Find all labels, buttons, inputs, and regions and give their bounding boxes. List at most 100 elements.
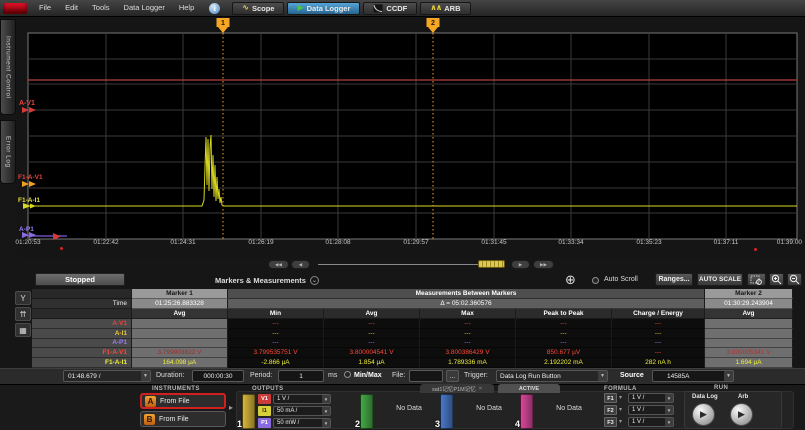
scroll-fwd-button[interactable]: ▶ [511, 260, 530, 269]
table-cell: --- [324, 339, 420, 349]
measurements-table: Marker 1 Measurements Between Markers Ma… [32, 289, 793, 368]
table-cell: --- [324, 329, 420, 339]
period-field[interactable]: 1 [278, 370, 324, 382]
x-axis-tick-label: 01:37:11 [714, 239, 739, 246]
marker-tool-icon[interactable]: Y [15, 291, 31, 305]
tab-arb[interactable]: ∧∧ ARB [420, 2, 470, 15]
minmax-checkbox[interactable] [344, 371, 351, 378]
formula-badge-F2: F2 [604, 405, 617, 415]
menu-edit[interactable]: Edit [58, 0, 85, 16]
output-4-no-data: No Data [538, 405, 600, 412]
table-row: F1-A-I1164.098 µA-2.866 µA1.854 µA1.7893… [32, 358, 793, 368]
auto-scroll-toggle[interactable] [592, 277, 599, 284]
menu-data-logger[interactable]: Data Logger [117, 0, 172, 16]
formula-scale-dropdown-F2[interactable]: 1 V /▼ [628, 405, 674, 415]
x-axis-tick-label: 01:28:08 [325, 239, 350, 246]
file-label: File: [392, 372, 405, 379]
grid-view-icon[interactable]: ▦ [15, 323, 31, 337]
table-cell [132, 329, 228, 339]
trigger-dropdown[interactable]: Data Log Run Button ▼ [496, 370, 608, 382]
table-cell: --- [228, 339, 324, 349]
chevron-down-icon: ▼ [141, 371, 150, 381]
scroll-rewind-button[interactable]: ◀◀ [268, 260, 289, 269]
table-cell: A-V1 [32, 319, 132, 329]
zoom-in-button[interactable] [769, 273, 784, 286]
table-cell: --- [612, 339, 705, 349]
output-2-no-data: No Data [378, 405, 440, 412]
zoom-region-button[interactable] [747, 273, 766, 286]
formula-scale-dropdown-F3[interactable]: 1 V /▼ [628, 417, 674, 427]
x-axis-tick-label: 01:35:23 [636, 239, 661, 246]
table-cell: --- [420, 329, 516, 339]
chevron-down-icon: ▼ [724, 371, 733, 381]
channel-scale-dropdown-V1[interactable]: 1 V /▼ [273, 394, 331, 404]
sidebar-tab-error-log[interactable]: Error Log [0, 120, 16, 184]
col-header-charge: Charge / Energy [612, 309, 705, 319]
col-header-p2p: Peak to Peak [516, 309, 612, 319]
expand-chevron-icon[interactable]: ▸ [229, 403, 233, 412]
arb-run-label: Arb [738, 394, 748, 400]
table-row: A-P1--------------- [32, 339, 793, 349]
col-header-max: Max [420, 309, 516, 319]
menu-tools[interactable]: Tools [85, 0, 117, 16]
sine-wave-icon: ∿ [242, 4, 249, 12]
menu-file[interactable]: File [32, 0, 58, 16]
tab-scope[interactable]: ∿ Scope [232, 2, 284, 15]
run-state-button[interactable]: Stopped [35, 273, 125, 286]
formula-chevron-icon[interactable]: ▾ [619, 418, 622, 425]
x-axis-tick-label: 01:39:00 [777, 239, 802, 246]
active-session-tab[interactable]: ACTIVE [498, 384, 560, 393]
data-log-play-button[interactable]: ▶ [692, 403, 715, 426]
table-cell [705, 329, 793, 339]
table-cell: 282 nA h [612, 358, 705, 368]
file-field[interactable] [409, 370, 443, 382]
file-session-tab[interactable]: sat1记忆P1M记忆 × [420, 384, 494, 393]
duration-field[interactable]: 000:00:30 [192, 370, 244, 382]
formula-scale-dropdown-F1[interactable]: 1 V /▼ [628, 393, 674, 403]
markers-pair-icon[interactable]: ⇈ [15, 307, 31, 321]
close-icon[interactable]: × [479, 386, 482, 392]
col-header-min: Min [228, 309, 324, 319]
scroll-thumb[interactable] [478, 260, 505, 268]
tab-ccdf[interactable]: CCDF [363, 2, 417, 15]
scroll-ffwd-button[interactable]: ▶▶ [533, 260, 554, 269]
table-cell: --- [228, 329, 324, 339]
table-cell [132, 339, 228, 349]
source-b-button[interactable]: B From File [140, 411, 226, 427]
source-a-button[interactable]: A From File [140, 393, 226, 409]
table-row: A-V1--------------- [32, 319, 793, 329]
period-unit: ms [328, 372, 337, 379]
x-axis-tick-label: 01:24:31 [170, 239, 195, 246]
menu-help[interactable]: Help [172, 0, 201, 16]
sidebar-tab-instrument-control[interactable]: Instrument Control [0, 19, 16, 115]
scroll-track[interactable] [318, 264, 478, 265]
col-header-m2-avg: Avg [705, 309, 793, 319]
info-icon[interactable]: i [209, 3, 220, 14]
scroll-back-button[interactable]: ◀ [291, 260, 310, 269]
table-cell: 1.789336 mA [420, 358, 516, 368]
chevron-down-icon: ▼ [665, 394, 673, 402]
auto-scale-button[interactable]: AUTO SCALE [697, 273, 743, 286]
output-1-number: 1 [237, 419, 242, 429]
arb-play-button[interactable]: ▶ [730, 403, 753, 426]
channel-badge-V1: V1 [258, 394, 271, 404]
tab-data-logger[interactable]: ▶ Data Logger [287, 2, 360, 15]
formula-badge-F1: F1 [604, 393, 617, 403]
table-cell [132, 319, 228, 329]
browse-button[interactable]: ... [446, 370, 459, 382]
zoom-out-button[interactable] [787, 273, 802, 286]
measurement-rows: A-V1---------------A-I1---------------A-… [32, 319, 793, 368]
channel-scale-dropdown-P1[interactable]: 50 mW /▼ [273, 418, 331, 428]
ranges-button[interactable]: Ranges... [655, 273, 693, 286]
formula-chevron-icon[interactable]: ▾ [619, 394, 622, 401]
crosshair-marker-icon[interactable]: ⊕ [563, 272, 578, 287]
output-2-bar [360, 394, 373, 429]
source-dropdown[interactable]: 14585A ▼ [652, 370, 734, 382]
elapsed-readout-dropdown[interactable]: 01:48.679 / ▼ [63, 370, 151, 382]
channel-scale-dropdown-I1[interactable]: 50 mA /▼ [273, 406, 331, 416]
table-row: A-I1--------------- [32, 329, 793, 339]
table-cell: --- [420, 339, 516, 349]
formula-chevron-icon[interactable]: ▾ [619, 406, 622, 413]
formula-scale-value: 1 V / [629, 407, 644, 413]
collapse-chevron-icon[interactable]: ⌄ [310, 276, 319, 285]
